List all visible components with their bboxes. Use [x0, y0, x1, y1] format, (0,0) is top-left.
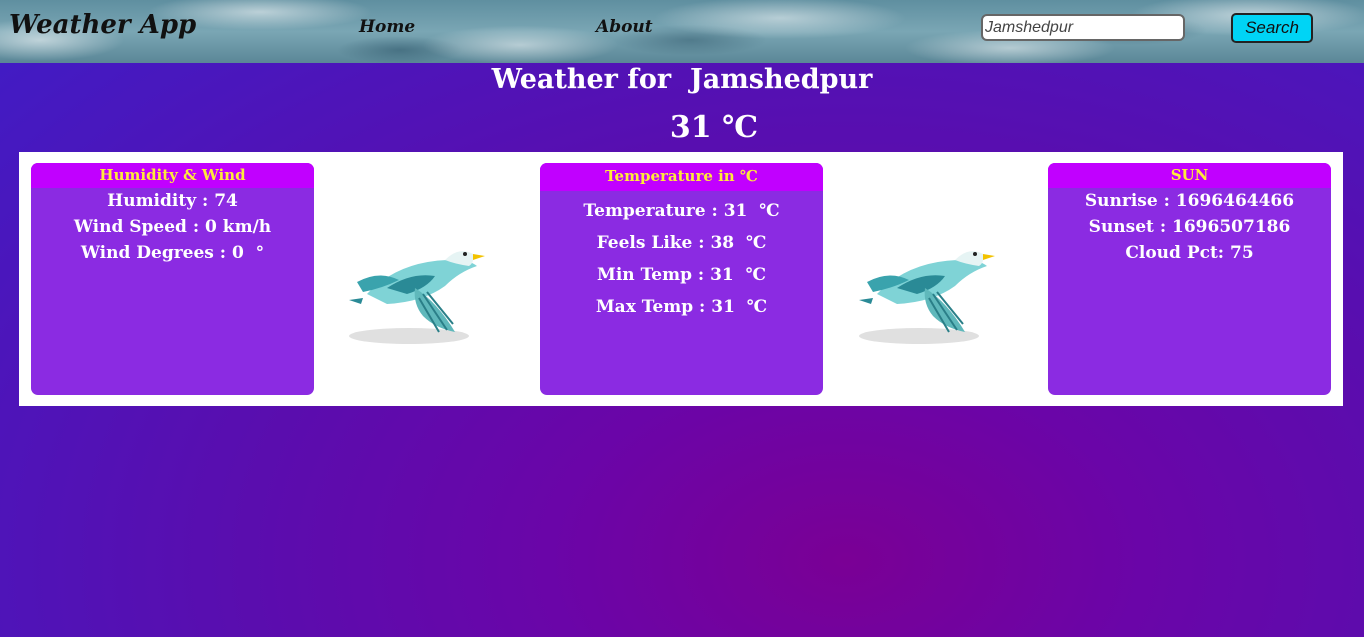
current-temperature: 31 ℃ [669, 110, 759, 145]
nav-about-link[interactable]: About [596, 17, 653, 37]
nav-home-link[interactable]: Home [359, 17, 415, 37]
bird-icon [349, 251, 485, 344]
card-body: Humidity : 74 Wind Speed : 0 km/h Wind D… [31, 188, 314, 266]
sun-card: SUN Sunrise : 1696464466 Sunset : 169650… [1048, 163, 1331, 395]
bird-icon [859, 251, 995, 344]
feels-like-value: Feels Like : 38 ℃ [596, 233, 767, 253]
search-input[interactable] [981, 14, 1185, 41]
cloud-pct-value: Cloud Pct: 75 [1125, 243, 1254, 263]
humidity-value: Humidity : 74 [107, 191, 238, 211]
min-temp-value: Min Temp : 31 ℃ [597, 265, 766, 285]
humidity-wind-card: Humidity & Wind Humidity : 74 Wind Speed… [31, 163, 314, 395]
temperature-value: Temperature : 31 ℃ [583, 201, 780, 221]
app-title[interactable]: Weather App [9, 10, 196, 40]
search-button[interactable]: Search [1231, 13, 1313, 43]
card-body: Sunrise : 1696464466 Sunset : 1696507186… [1048, 188, 1331, 266]
card-header: Temperature in ℃ [540, 163, 823, 191]
temperature-card: Temperature in ℃ Temperature : 31 ℃ Feel… [540, 163, 823, 395]
sunset-value: Sunset : 1696507186 [1088, 217, 1291, 237]
weather-panel: Humidity & Wind Humidity : 74 Wind Speed… [19, 152, 1343, 406]
page-title: Weather for Jamshedpur [491, 64, 873, 95]
card-body: Temperature : 31 ℃ Feels Like : 38 ℃ Min… [540, 191, 823, 323]
card-header: SUN [1048, 163, 1331, 188]
wind-speed-value: Wind Speed : 0 km/h [73, 217, 272, 237]
navbar: Weather App Home About Search [0, 0, 1364, 63]
wind-degrees-value: Wind Degrees : 0 ° [80, 243, 265, 263]
max-temp-value: Max Temp : 31 ℃ [595, 297, 768, 317]
card-header: Humidity & Wind [31, 163, 314, 188]
sunrise-value: Sunrise : 1696464466 [1084, 191, 1295, 211]
